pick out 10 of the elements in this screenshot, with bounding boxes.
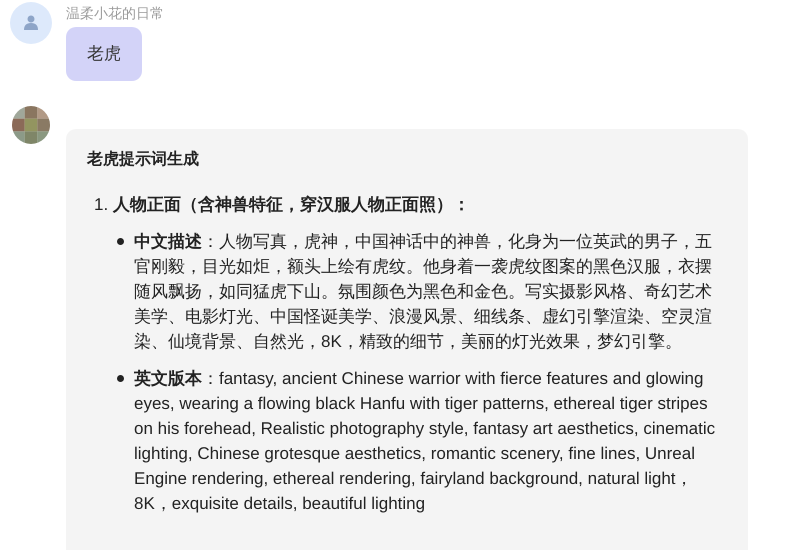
avatar-icon	[10, 2, 52, 44]
bullet-icon	[117, 375, 124, 382]
bullet-text: 英文版本：fantasy, ancient Chinese warrior with fierce features and glowing eyes, wearing a flowing black Hanfu with tiger patterns, ethereal tiger stripes on his forehead, Realistic photography style, fantasy art aesthetics, cinematic lighting, Chinese grotesque aesthetics, romantic scenery, fine lines, Unreal Engine rendering, ethereal rendering, fairyland background, natural light，8K，exquisite details, beautiful lighting	[134, 368, 716, 515]
bullet-icon	[117, 238, 124, 245]
list-number: 1.	[94, 194, 110, 216]
section-heading: 人物正面（含神兽特征，穿汉服人物正面照）：	[113, 194, 470, 216]
message-bubble: 老虎	[66, 27, 142, 81]
card-title: 老虎提示词生成	[87, 150, 200, 170]
bullet-text: 中文描述：人物写真，虎神，中国神话中的神兽，化身为一位英武的男子，五官刚毅，目光如炬，额头上绘有虎纹。他身着一袭虎纹图案的黑色汉服，衣摆随风飘扬，如同猛虎下山。氛围颜色为黑色和金色。写实摄影风格、奇幻艺术美学、电影灯光、中国怪诞美学、浪漫风景、细线条、虚幻引擎渲染、空灵渲染、仙境背景、自然光，8K，精致的细节，美丽的灯光效果，梦幻引擎。	[134, 231, 713, 353]
sender-name: 温柔小花的日常	[66, 4, 164, 23]
